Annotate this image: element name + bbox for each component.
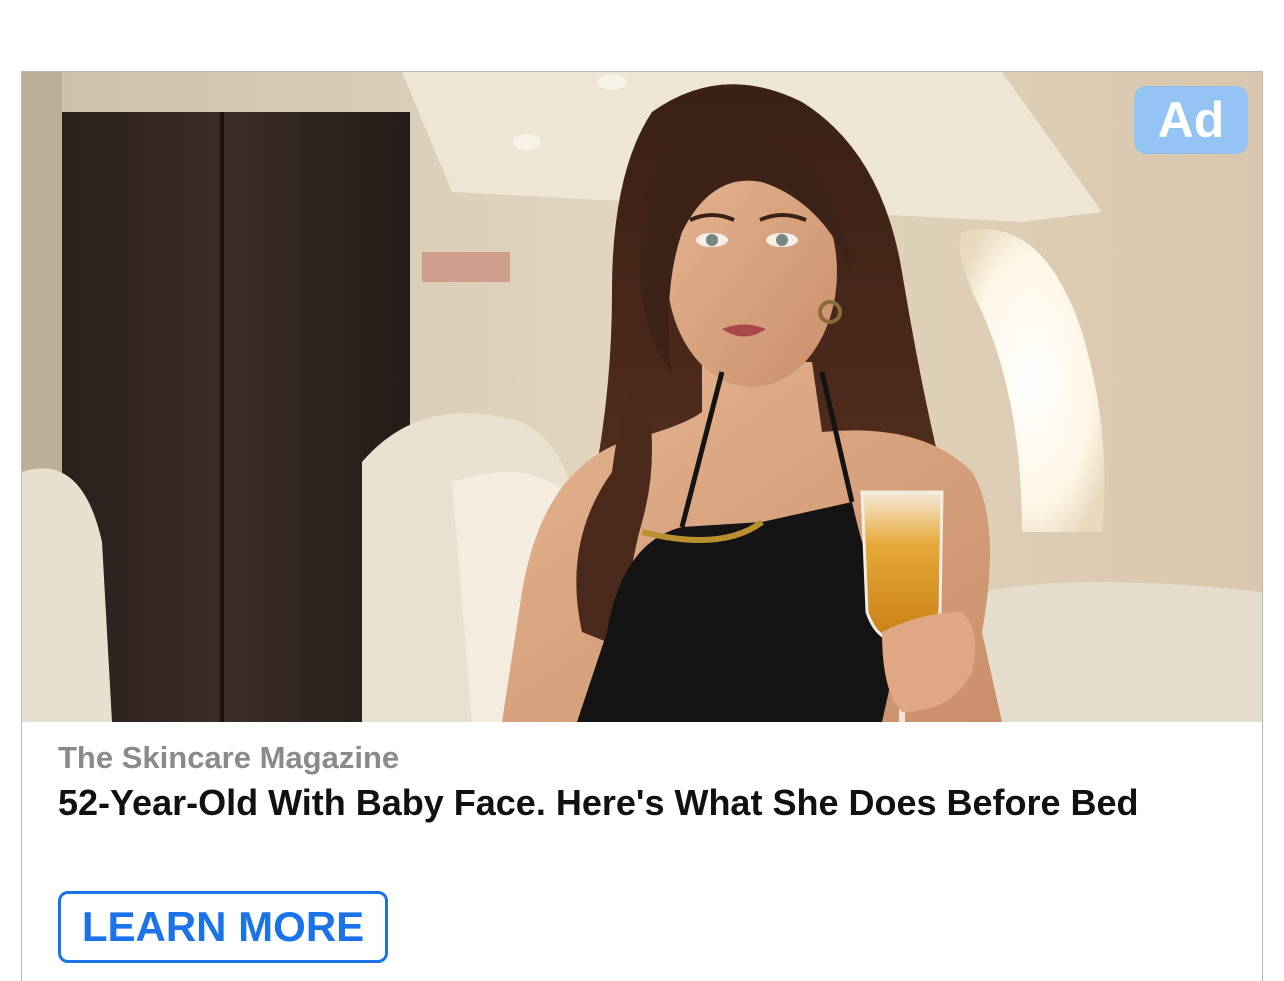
ad-image[interactable]: Ad [22, 72, 1262, 722]
learn-more-button[interactable]: LEARN MORE [58, 891, 388, 963]
ad-headline[interactable]: 52-Year-Old With Baby Face. Here's What … [58, 782, 1178, 824]
ad-body: The Skincare Magazine 52-Year-Old With B… [58, 738, 1226, 824]
ad-badge: Ad [1134, 86, 1248, 154]
ad-source[interactable]: The Skincare Magazine [58, 738, 1226, 778]
ad-photo [22, 72, 1262, 722]
ad-card[interactable]: Ad The Skincare Magazine 52-Year-Old Wit… [21, 71, 1263, 981]
